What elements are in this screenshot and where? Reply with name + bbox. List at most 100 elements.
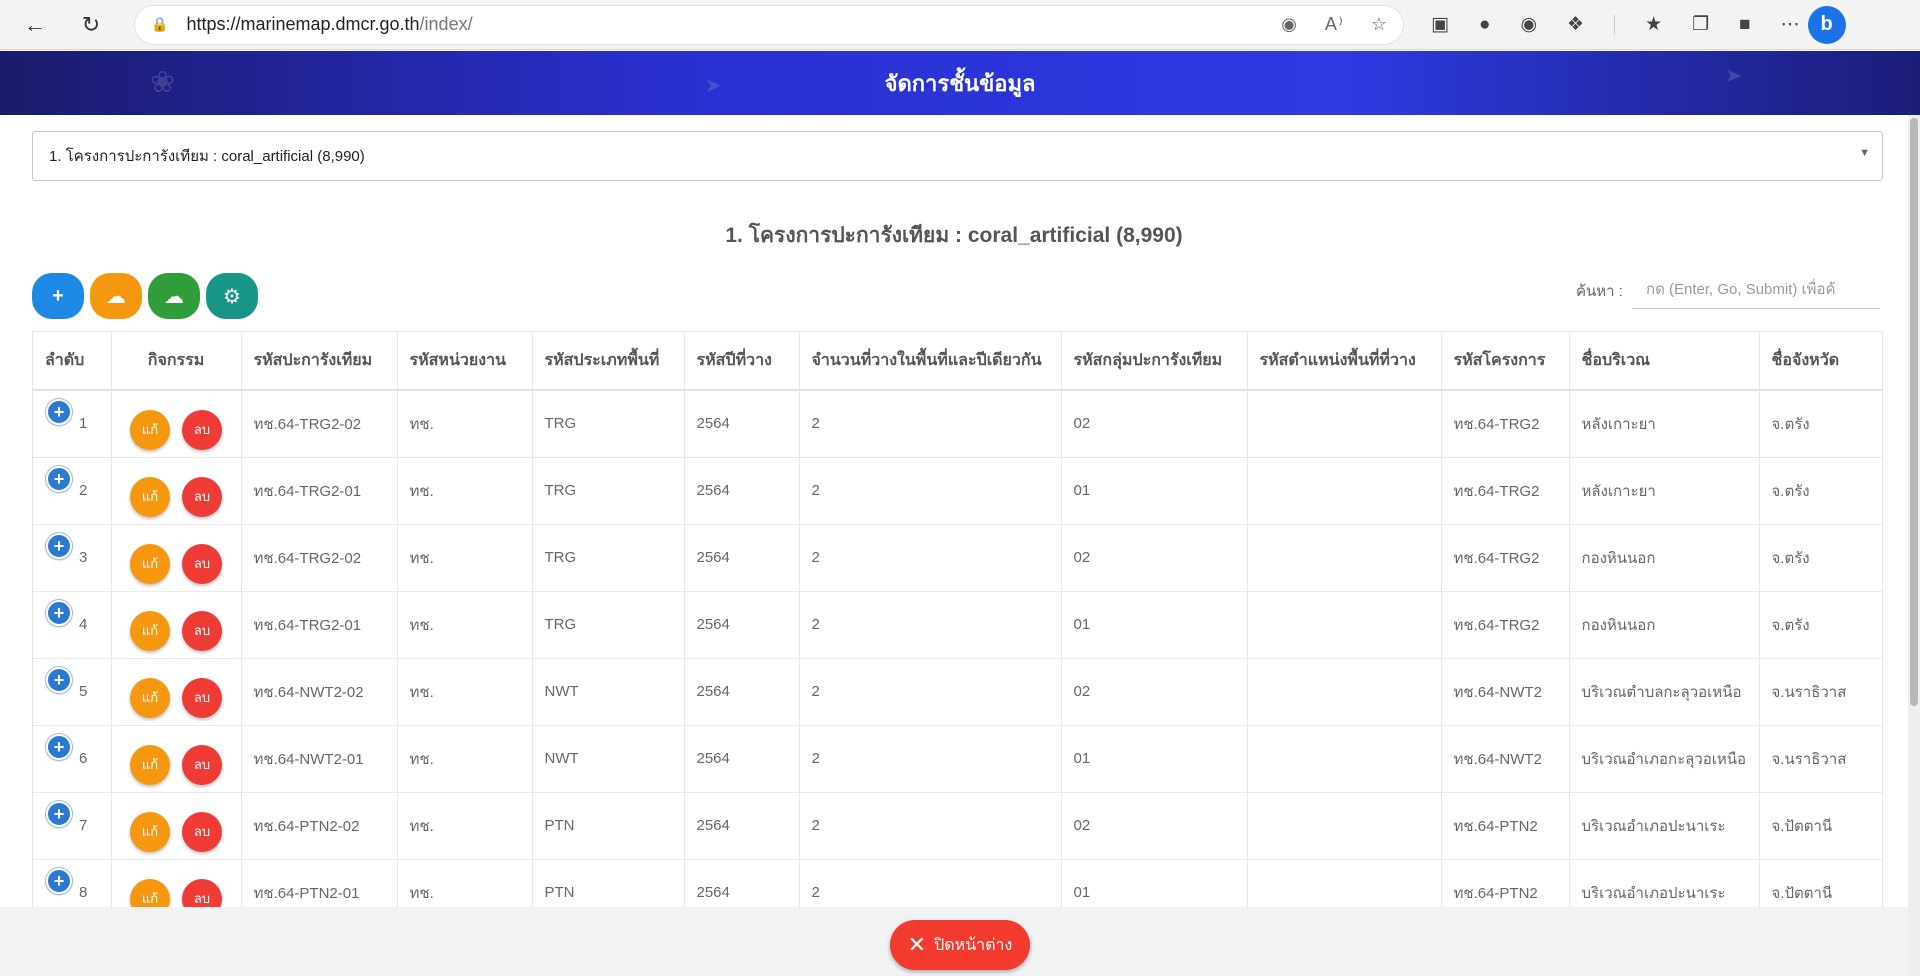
edit-button[interactable]: แก้ xyxy=(130,811,170,852)
delete-button[interactable]: ลบ xyxy=(182,409,222,450)
favorites-icon[interactable]: ★ xyxy=(1645,13,1662,36)
cell-project: ทช.64-NWT2 xyxy=(1441,725,1570,793)
upload-button[interactable]: ☁ xyxy=(148,273,200,319)
table-row: +6 แก้ ลบ ทช.64-NWT2-01 ทช. NWT 2564 2 01 ทช.64-N… xyxy=(33,725,1882,793)
column-header[interactable]: รหัสประเภทพื้นที่ xyxy=(532,332,685,391)
layer-select-value: 1. โครงการปะการังเทียม : coral_artificia… xyxy=(49,148,365,165)
cell-place: กองหินนอก xyxy=(1569,591,1760,659)
close-window-label: ปิดหน้าต่าง xyxy=(934,936,1013,954)
column-header[interactable]: รหัสตำแหน่งพื้นที่ที่วาง xyxy=(1247,332,1442,391)
download-button[interactable]: ☁ xyxy=(90,273,142,319)
cell-province: จ.ตรัง xyxy=(1759,524,1882,592)
cell-agency: ทช. xyxy=(397,524,533,592)
column-header[interactable]: ชื่อบริเวณ xyxy=(1569,332,1760,391)
cell-group: 02 xyxy=(1061,658,1248,726)
expand-row-icon[interactable]: + xyxy=(46,666,72,693)
cell-position xyxy=(1247,524,1442,592)
cell-count: 2 xyxy=(799,658,1062,726)
edit-button[interactable]: แก้ xyxy=(130,610,170,651)
cell-area-type: TRG xyxy=(532,524,685,592)
search-input[interactable] xyxy=(1632,271,1880,309)
cell-count: 2 xyxy=(799,725,1062,793)
back-icon[interactable]: ← xyxy=(17,7,53,43)
collections-icon[interactable]: ❐ xyxy=(1692,13,1709,36)
cell-group: 01 xyxy=(1061,591,1248,659)
cell-province: จ.ตรัง xyxy=(1759,457,1882,525)
expand-row-icon[interactable]: + xyxy=(46,867,72,894)
cell-position xyxy=(1247,859,1442,907)
delete-button[interactable]: ลบ xyxy=(182,476,222,517)
read-aloud-icon[interactable]: A ⁾ xyxy=(1325,14,1343,35)
delete-button[interactable]: ลบ xyxy=(182,543,222,584)
column-header[interactable]: จำนวนที่วางในพื้นที่และปีเดียวกัน xyxy=(799,332,1062,391)
cell-place: หลังเกาะยา xyxy=(1569,457,1760,525)
edit-button[interactable]: แก้ xyxy=(130,476,170,517)
cell-position xyxy=(1247,792,1442,860)
column-header[interactable]: รหัสปีที่วาง xyxy=(684,332,800,391)
edit-button[interactable]: แก้ xyxy=(130,409,170,450)
delete-button[interactable]: ลบ xyxy=(182,811,222,852)
row-actions: แก้ ลบ xyxy=(111,390,242,458)
column-header[interactable]: รหัสโครงการ xyxy=(1441,332,1570,391)
camera-icon[interactable]: ◉ xyxy=(1520,13,1537,36)
cell-code: ทช.64-PTN2-01 xyxy=(241,859,398,907)
profile-avatar[interactable]: ■ xyxy=(1739,14,1750,36)
expand-row-icon[interactable]: + xyxy=(46,532,72,559)
scrollbar-thumb[interactable] xyxy=(1910,118,1918,706)
table-row: +5 แก้ ลบ ทช.64-NWT2-02 ทช. NWT 2564 2 02 ทช.64-N… xyxy=(33,658,1882,726)
cell-place: บริเวณอำเภอปะนาเระ xyxy=(1569,792,1760,860)
lock-icon: 🔒 xyxy=(151,16,169,32)
column-header[interactable]: ชื่อจังหวัด xyxy=(1759,332,1882,391)
row-index: 2 xyxy=(79,482,88,499)
row-index-cell: +7 xyxy=(33,792,112,860)
bing-icon[interactable]: b xyxy=(1807,5,1846,44)
layer-select[interactable]: 1. โครงการปะการังเทียม : coral_artificia… xyxy=(32,131,1883,181)
add-button[interactable]: + xyxy=(32,273,84,319)
cell-project: ทช.64-TRG2 xyxy=(1441,591,1570,659)
cast-icon[interactable]: ▣ xyxy=(1431,13,1449,36)
delete-button[interactable]: ลบ xyxy=(182,744,222,785)
expand-row-icon[interactable]: + xyxy=(46,399,72,425)
edit-button[interactable]: แก้ xyxy=(130,677,170,718)
cell-group: 02 xyxy=(1061,524,1248,592)
column-header[interactable]: รหัสปะการังเทียม xyxy=(241,332,398,391)
settings-button[interactable]: ⚙ xyxy=(206,273,258,319)
expand-row-icon[interactable]: + xyxy=(46,599,72,626)
cell-count: 2 xyxy=(799,792,1062,860)
column-header[interactable]: รหัสกลุ่มปะการังเทียม xyxy=(1061,332,1248,391)
edit-button[interactable]: แก้ xyxy=(130,744,170,785)
cell-area-type: PTN xyxy=(532,792,685,860)
cell-project: ทช.64-NWT2 xyxy=(1441,658,1570,726)
expand-row-icon[interactable]: + xyxy=(46,733,72,760)
cell-year: 2564 xyxy=(684,524,800,592)
cell-code: ทช.64-NWT2-02 xyxy=(241,658,398,726)
delete-button[interactable]: ลบ xyxy=(182,878,222,907)
close-window-button[interactable]: ✕ ปิดหน้าต่าง xyxy=(890,920,1030,970)
column-header[interactable]: ลำดับ xyxy=(33,332,112,391)
cell-province: จ.ตรัง xyxy=(1759,390,1882,458)
cell-province: จ.ปัตตานี xyxy=(1759,859,1882,907)
url-path: /index/ xyxy=(419,14,473,34)
edit-button[interactable]: แก้ xyxy=(130,543,170,584)
cell-place: กองหินนอก xyxy=(1569,524,1760,592)
favorite-add-icon[interactable]: ☆ xyxy=(1371,14,1387,35)
extensions-icon[interactable]: ❖ xyxy=(1567,13,1584,36)
extension-circle-icon[interactable]: ● xyxy=(1479,14,1490,36)
row-actions: แก้ ลบ xyxy=(111,524,242,592)
row-actions: แก้ ลบ xyxy=(111,658,242,726)
location-icon[interactable]: ◉ xyxy=(1281,14,1297,35)
expand-row-icon[interactable]: + xyxy=(46,800,72,827)
expand-row-icon[interactable]: + xyxy=(46,465,72,492)
cell-year: 2564 xyxy=(684,658,800,726)
address-bar[interactable]: 🔒 https://marinemap.dmcr.go.th/index/ ◉ … xyxy=(135,5,1403,44)
cell-year: 2564 xyxy=(684,591,800,659)
edit-button[interactable]: แก้ xyxy=(130,878,170,907)
refresh-icon[interactable]: ↻ xyxy=(73,7,109,43)
row-index-cell: +4 xyxy=(33,591,112,659)
more-menu-icon[interactable]: ⋯ xyxy=(1781,13,1800,36)
row-index: 5 xyxy=(79,683,88,700)
delete-button[interactable]: ลบ xyxy=(182,677,222,718)
row-index: 6 xyxy=(79,750,88,767)
column-header[interactable]: รหัสหน่วยงาน xyxy=(397,332,533,391)
delete-button[interactable]: ลบ xyxy=(182,610,222,651)
